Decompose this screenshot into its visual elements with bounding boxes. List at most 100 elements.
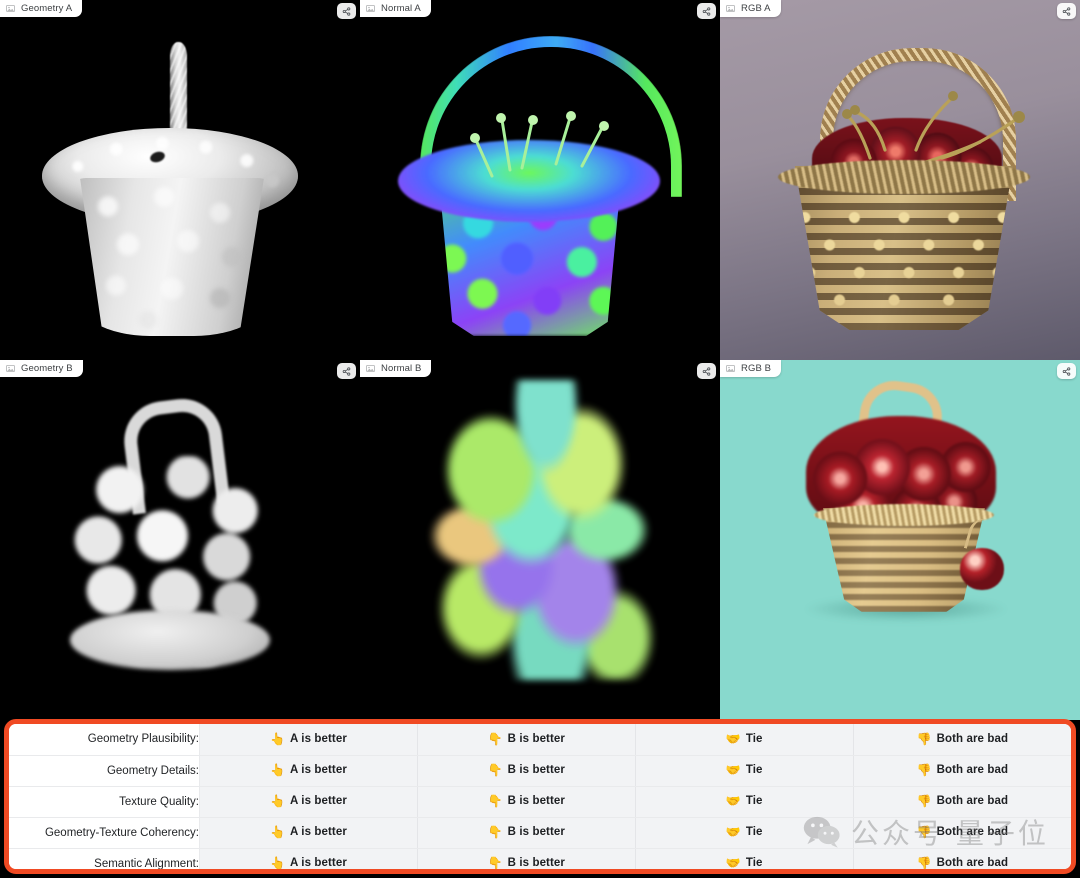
rating-option-label: Both are bad bbox=[937, 733, 1009, 745]
handshake-icon: 🤝 bbox=[726, 795, 741, 807]
rating-option-point-down-button[interactable]: 👇 B is better bbox=[417, 817, 635, 848]
panel-normal-a: Normal A bbox=[360, 0, 720, 360]
rating-option-point-up-button[interactable]: 👆 A is better bbox=[200, 755, 418, 786]
rating-option-thumbs-down-button[interactable]: 👎Both are bad bbox=[853, 724, 1071, 755]
rating-option-handshake-button[interactable]: 🤝Tie bbox=[635, 755, 853, 786]
thumbs-down-icon: 👎 bbox=[917, 826, 932, 838]
panel-tab-label: RGB A bbox=[741, 3, 771, 14]
point-down-icon: 👇 bbox=[488, 857, 503, 869]
geometry-a-render[interactable] bbox=[0, 0, 360, 360]
normal-a-render[interactable] bbox=[360, 0, 720, 360]
rating-option-handshake-button[interactable]: 🤝 Tie bbox=[635, 817, 853, 848]
panel-tab-label: Geometry B bbox=[21, 363, 73, 374]
panel-normal-b: Normal B bbox=[360, 360, 720, 720]
rating-option-label: Both are bad bbox=[937, 857, 1009, 869]
rating-row: Geometry Plausibility:👆A is better👇B is … bbox=[9, 724, 1071, 755]
rating-option-point-down-button[interactable]: 👇 B is better bbox=[417, 755, 635, 786]
rating-option-thumbs-down-button[interactable]: 👎 Both are bad bbox=[853, 755, 1071, 786]
share-button-geometry-b[interactable] bbox=[337, 363, 356, 379]
rating-option-label: Both are bad bbox=[937, 795, 1009, 807]
share-button-geometry-a[interactable] bbox=[337, 3, 356, 19]
rating-option-label: Tie bbox=[746, 857, 763, 869]
rating-criterion-label: Geometry Plausibility: bbox=[9, 724, 200, 755]
rating-option-point-up-button[interactable]: 👆A is better bbox=[200, 724, 418, 755]
rating-panel: Geometry Plausibility: 👆 A is better 👇 B is … bbox=[4, 719, 1076, 874]
image-icon bbox=[366, 4, 375, 13]
rating-option-label: A is better bbox=[290, 826, 347, 838]
rating-option-label: Tie bbox=[746, 764, 763, 776]
handshake-icon: 🤝 bbox=[726, 826, 741, 838]
rating-option-handshake-button[interactable]: 🤝 Tie bbox=[635, 786, 853, 817]
share-button-normal-b[interactable] bbox=[697, 363, 716, 379]
rating-criterion-label: Semantic Alignment: bbox=[9, 848, 200, 874]
rating-option-point-down-button[interactable]: 👇B is better bbox=[417, 848, 635, 874]
rating-row: Semantic Alignment:👆A is better👇B is bet… bbox=[9, 848, 1071, 874]
panel-tab-label: Geometry A bbox=[21, 3, 72, 14]
rating-option-label: B is better bbox=[508, 826, 565, 838]
panel-tab-normal-a[interactable]: Normal A bbox=[360, 0, 431, 17]
rating-option-label: Tie bbox=[746, 826, 763, 838]
share-icon bbox=[1062, 7, 1071, 16]
rating-option-thumbs-down-button[interactable]: 👎 Both are bad bbox=[853, 786, 1071, 817]
basket-rim bbox=[814, 504, 994, 526]
panel-tab-geometry-b[interactable]: Geometry B bbox=[0, 360, 83, 377]
rating-option-label: Both are bad bbox=[937, 764, 1009, 776]
point-down-icon: 👇 bbox=[488, 795, 503, 807]
panel-geometry-b: Geometry B bbox=[0, 360, 360, 720]
panel-rgb-b: RGB B bbox=[720, 360, 1080, 720]
share-icon bbox=[702, 367, 711, 376]
point-down-icon: 👇 bbox=[488, 826, 503, 838]
rgb-a-render[interactable] bbox=[720, 0, 1080, 360]
normal-b-render[interactable] bbox=[360, 360, 720, 720]
panel-rgb-a: RGB A bbox=[720, 0, 1080, 360]
rating-option-point-down-button[interactable]: 👇B is better bbox=[417, 724, 635, 755]
rating-option-point-up-button[interactable]: 👆A is better bbox=[200, 848, 418, 874]
rating-option-label: A is better bbox=[290, 857, 347, 869]
share-icon bbox=[1062, 367, 1071, 376]
image-icon bbox=[726, 364, 735, 373]
panel-tab-label: RGB B bbox=[741, 363, 771, 374]
loose-cherry bbox=[960, 548, 1004, 590]
geometry-b-render[interactable] bbox=[0, 360, 360, 720]
image-icon bbox=[6, 364, 15, 373]
point-down-icon: 👇 bbox=[488, 764, 503, 776]
rating-option-point-down-button[interactable]: 👇B is better bbox=[417, 786, 635, 817]
rating-option-thumbs-down-button[interactable]: 👎Both are bad bbox=[853, 817, 1071, 848]
rgb-b-render[interactable] bbox=[720, 360, 1080, 720]
share-icon bbox=[342, 367, 351, 376]
rating-option-handshake-button[interactable]: 🤝Tie bbox=[635, 724, 853, 755]
rating-option-point-up-button[interactable]: 👆A is better bbox=[200, 817, 418, 848]
thumbs-down-icon: 👎 bbox=[917, 795, 932, 807]
rating-option-label: Tie bbox=[746, 795, 763, 807]
panel-tab-label: Normal B bbox=[381, 363, 421, 374]
rating-option-label: A is better bbox=[290, 733, 347, 745]
share-button-rgb-a[interactable] bbox=[1057, 3, 1076, 19]
rating-option-thumbs-down-button[interactable]: 👎Both are bad bbox=[853, 848, 1071, 874]
rating-criterion-label: Geometry-Texture Coherency: bbox=[9, 817, 200, 848]
share-icon bbox=[702, 7, 711, 16]
panel-tab-geometry-a[interactable]: Geometry A bbox=[0, 0, 82, 17]
panel-tab-normal-b[interactable]: Normal B bbox=[360, 360, 431, 377]
panel-tab-rgb-a[interactable]: RGB A bbox=[720, 0, 781, 17]
rating-option-handshake-button[interactable]: 🤝 Tie bbox=[635, 848, 853, 874]
share-button-normal-a[interactable] bbox=[697, 3, 716, 19]
point-up-icon: 👆 bbox=[270, 795, 285, 807]
rating-option-label: Tie bbox=[746, 733, 763, 745]
thumbs-down-icon: 👎 bbox=[917, 764, 932, 776]
point-down-icon: 👇 bbox=[488, 733, 503, 745]
rating-criterion-label: Texture Quality: bbox=[9, 786, 200, 817]
rating-option-point-up-button[interactable]: 👆A is better bbox=[200, 786, 418, 817]
rating-option-label: A is better bbox=[290, 764, 347, 776]
point-up-icon: 👆 bbox=[270, 764, 285, 776]
rating-criterion-label: Geometry Details: bbox=[9, 755, 200, 786]
share-icon bbox=[342, 7, 351, 16]
rating-row: Geometry-Texture Coherency:👆A is better👇… bbox=[9, 817, 1071, 848]
image-icon bbox=[6, 4, 15, 13]
handshake-icon: 🤝 bbox=[726, 857, 741, 869]
panel-tab-rgb-b[interactable]: RGB B bbox=[720, 360, 781, 377]
image-icon bbox=[366, 364, 375, 373]
share-button-rgb-b[interactable] bbox=[1057, 363, 1076, 379]
rating-option-label: B is better bbox=[508, 764, 565, 776]
model-comparison-grid: Geometry A bbox=[0, 0, 1080, 720]
panel-tab-label: Normal A bbox=[381, 3, 421, 14]
